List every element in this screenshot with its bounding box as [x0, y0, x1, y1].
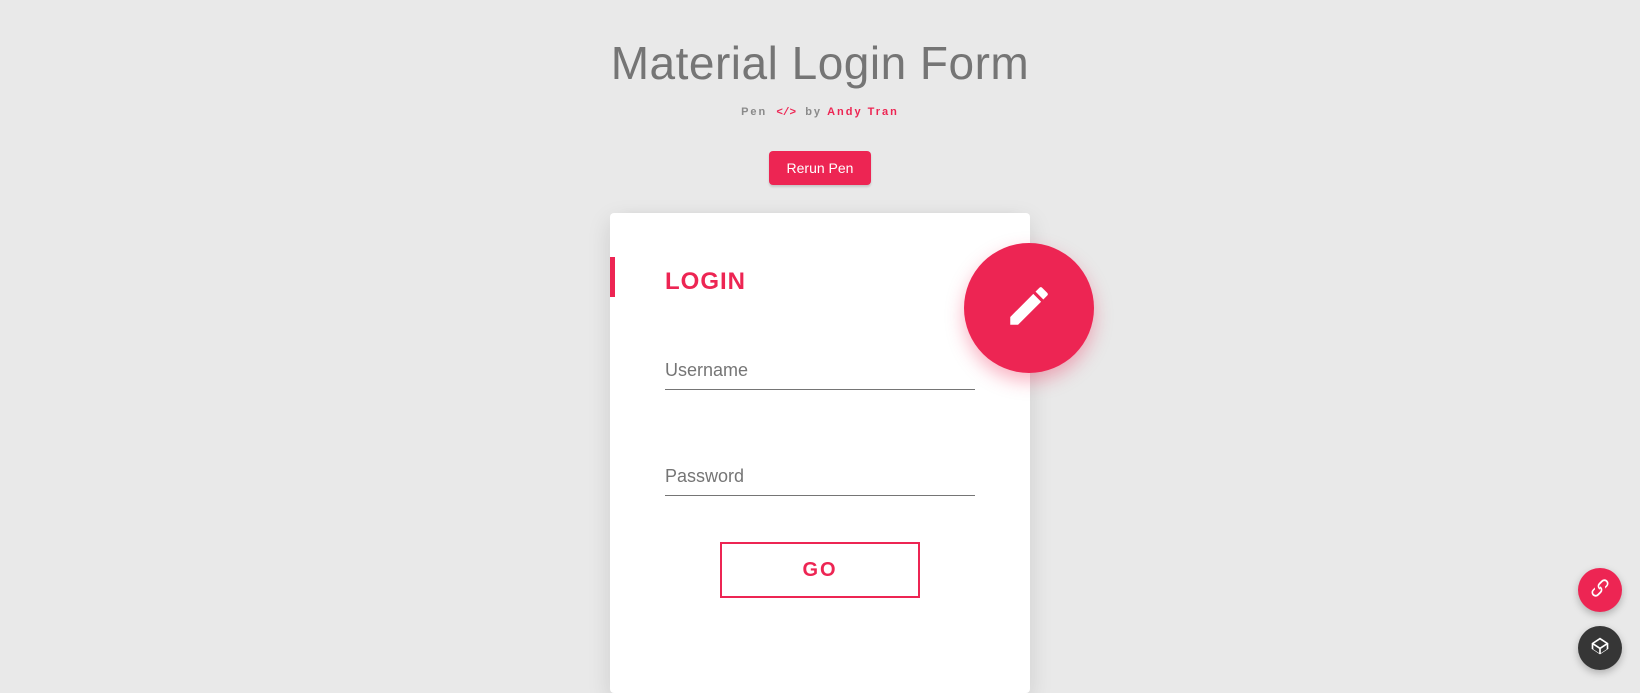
- byline-prefix: Pen: [741, 106, 767, 118]
- pencil-icon: [1004, 281, 1054, 336]
- link-icon: [1590, 578, 1610, 603]
- byline: Pen </> by Andy Tran: [0, 106, 1640, 119]
- codepen-button[interactable]: [1578, 626, 1622, 670]
- side-actions: [1578, 568, 1622, 670]
- author-link[interactable]: Andy Tran: [827, 106, 899, 118]
- login-card-stage: LOGIN GO: [610, 213, 1030, 693]
- password-input[interactable]: [665, 460, 975, 496]
- page-title: Material Login Form: [0, 0, 1640, 90]
- register-fab[interactable]: [964, 243, 1094, 373]
- username-input[interactable]: [665, 354, 975, 390]
- rerun-pen-button[interactable]: Rerun Pen: [769, 151, 872, 185]
- password-field: [665, 460, 975, 496]
- login-card: LOGIN GO: [610, 213, 1030, 693]
- share-link-button[interactable]: [1578, 568, 1622, 612]
- username-field: [665, 354, 975, 390]
- code-icon: </>: [772, 107, 800, 119]
- codepen-icon: [1590, 636, 1610, 661]
- submit-button[interactable]: GO: [720, 542, 920, 598]
- card-title: LOGIN: [665, 268, 975, 296]
- byline-by: by: [805, 106, 822, 118]
